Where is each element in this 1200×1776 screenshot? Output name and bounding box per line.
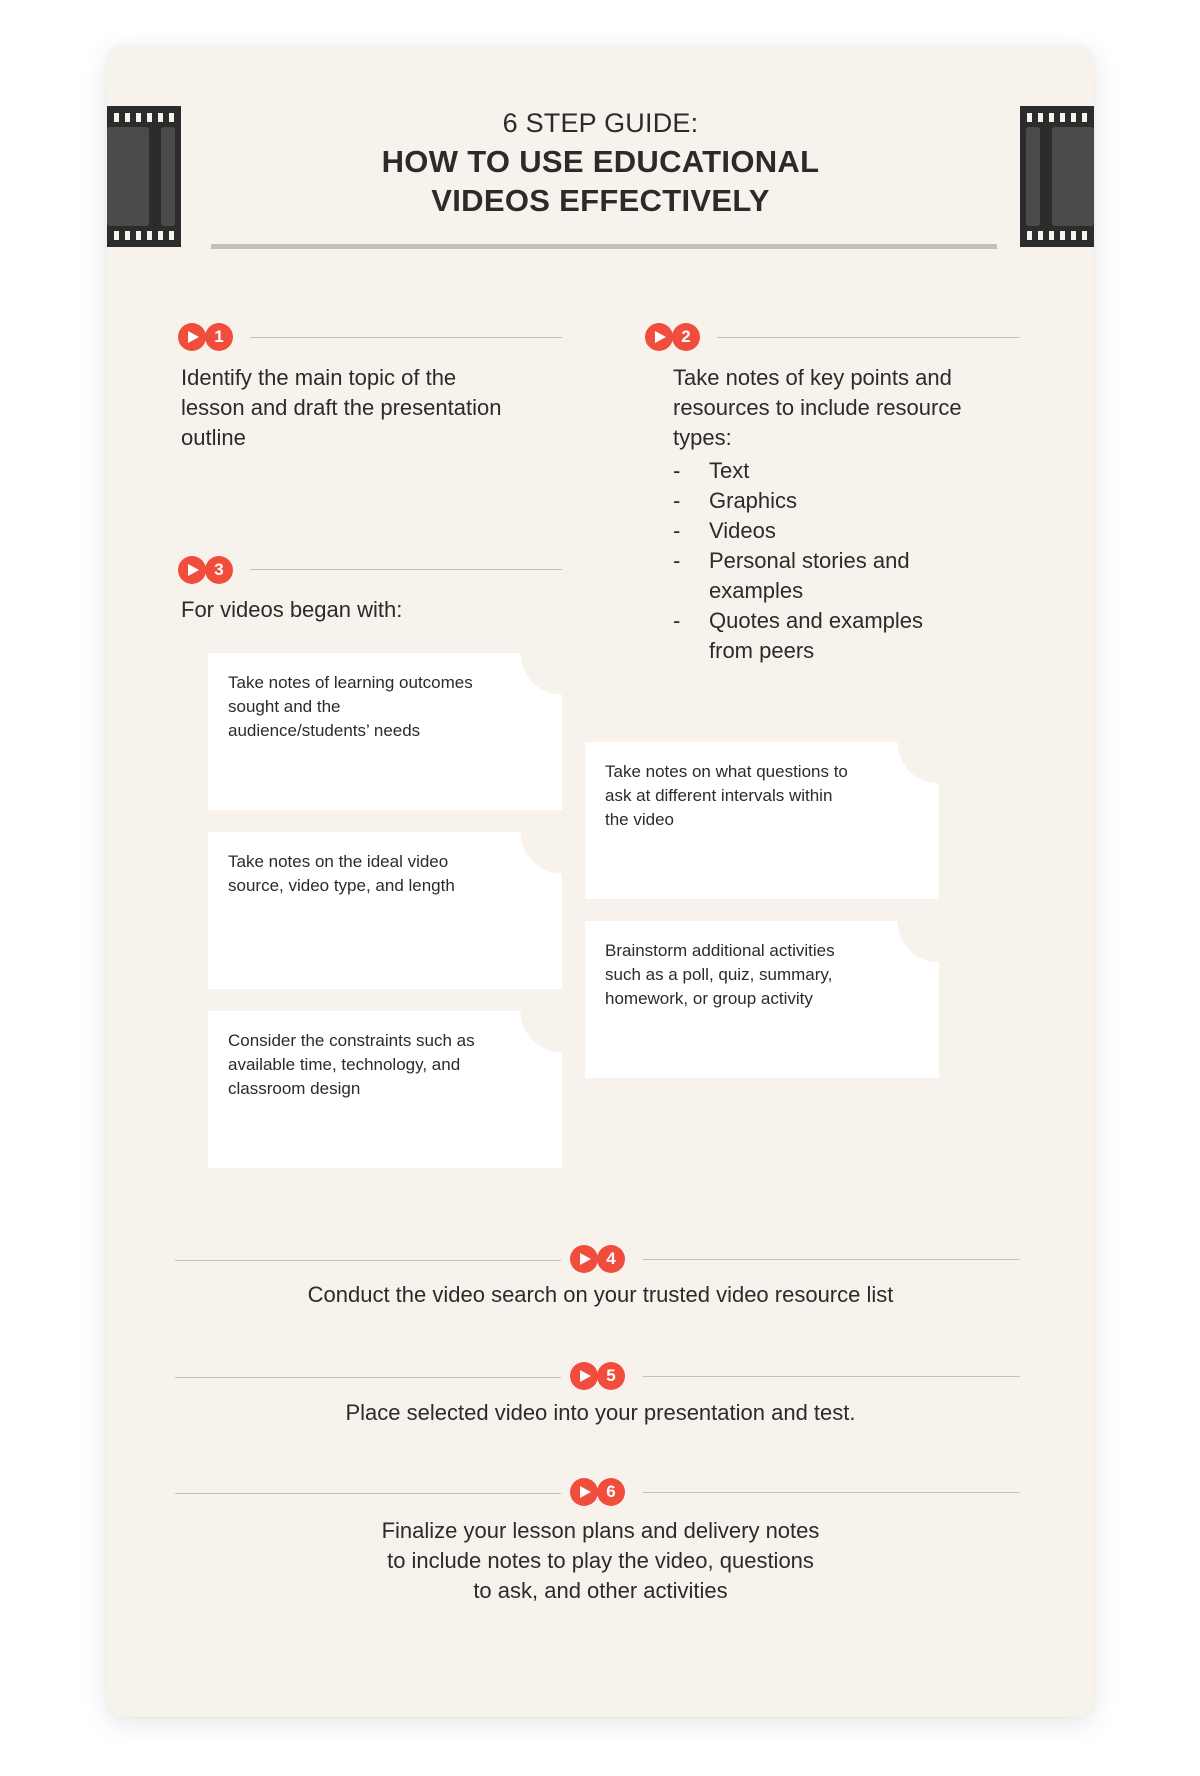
step-4-text: Conduct the video search on your trusted…	[307, 1282, 894, 1307]
note-card: Consider the constraints such as availab…	[208, 1011, 562, 1168]
title-line-1: HOW TO USE EDUCATIONAL	[381, 144, 820, 179]
step-5-badge: 5	[570, 1362, 630, 1390]
step-3-badge: 3	[178, 556, 238, 584]
play-icon	[570, 1362, 598, 1390]
step-number: 2	[672, 323, 700, 351]
title-subtitle: 6 STEP GUIDE:	[502, 108, 699, 138]
step-2-badge: 2	[645, 323, 705, 351]
play-icon	[570, 1245, 598, 1273]
step-number: 4	[597, 1245, 625, 1273]
list-item: - Videos	[673, 518, 776, 543]
step-number: 6	[597, 1478, 625, 1506]
step-2-text: Take notes of key points and resources t…	[673, 365, 962, 450]
list-item: - Text	[673, 458, 750, 483]
infographic-card: 6 STEP GUIDE: HOW TO USE EDUCATIONAL VID…	[107, 46, 1094, 1717]
note-card: Take notes on what questions to ask at d…	[585, 742, 939, 899]
step-6-text: Finalize your lesson plans and delivery …	[381, 1518, 820, 1603]
play-icon	[178, 323, 206, 351]
step-3-text: For videos began with:	[181, 597, 403, 622]
play-icon	[570, 1478, 598, 1506]
step-1-badge: 1	[178, 323, 238, 351]
step-number: 1	[205, 323, 233, 351]
list-item: - Quotes and examples from peers	[673, 608, 924, 663]
step-divider	[643, 1492, 1020, 1493]
step-divider	[643, 1376, 1020, 1377]
step-divider	[250, 337, 562, 338]
page-title: 6 STEP GUIDE: HOW TO USE EDUCATIONAL VID…	[107, 104, 1094, 220]
step-divider	[175, 1493, 561, 1494]
step-divider	[175, 1260, 561, 1261]
step-divider	[717, 337, 1020, 338]
step-divider	[250, 569, 562, 570]
title-line-2: VIDEOS EFFECTIVELY	[431, 183, 770, 218]
list-item: - Graphics	[673, 488, 798, 513]
step-divider	[175, 1377, 561, 1378]
play-icon	[645, 323, 673, 351]
step-4-badge: 4	[570, 1245, 630, 1273]
step-divider	[643, 1259, 1020, 1260]
play-icon	[178, 556, 206, 584]
note-card: Brainstorm additional activities such as…	[585, 921, 939, 1078]
step-number: 3	[205, 556, 233, 584]
step-5-text: Place selected video into your presentat…	[345, 1400, 856, 1425]
step-1-text: Identify the main topic of the lesson an…	[181, 365, 502, 450]
header-divider	[211, 244, 997, 249]
list-item: - Personal stories and examples	[673, 548, 910, 603]
note-card: Take notes of learning outcomes sought a…	[208, 653, 562, 810]
step-number: 5	[597, 1362, 625, 1390]
resource-types-list: - Text - Graphics - Videos - Personal storie…	[673, 456, 969, 666]
step-6-badge: 6	[570, 1478, 630, 1506]
note-card: Take notes on the ideal video source, vi…	[208, 832, 562, 989]
